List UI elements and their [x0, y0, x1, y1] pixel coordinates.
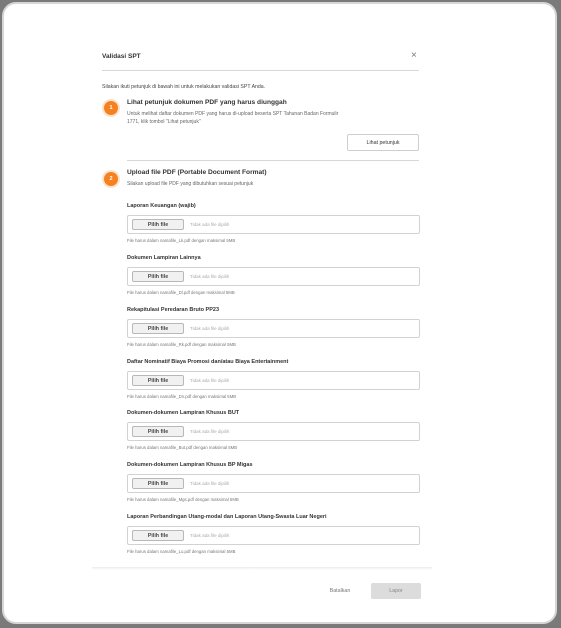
field-label: Dokumen-dokumen Lampiran Khusus BP Migas — [127, 462, 253, 468]
file-input[interactable]: Pilih file Tidak ada file dipilih — [127, 474, 420, 493]
field-label: Daftar Nominatif Biaya Promosi dan/atau … — [127, 359, 289, 365]
pilih-file-button[interactable]: Pilih file — [132, 530, 184, 541]
pilih-file-button[interactable]: Pilih file — [132, 323, 184, 334]
file-hint: File harus dalam namafile_Rk.pdf dengan … — [127, 342, 236, 347]
step-2-title: Upload file PDF (Portable Document Forma… — [127, 169, 267, 176]
file-hint: File harus dalam namafile_Mgs.pdf dengan… — [127, 497, 239, 502]
file-hint: File harus dalam namafile_Lk.pdf dengan … — [127, 238, 236, 243]
step-1-badge: 1 — [104, 101, 118, 115]
no-file-text: Tidak ada file dipilih — [190, 326, 230, 331]
step-1-title: Lihat petunjuk dokumen PDF yang harus di… — [127, 99, 287, 106]
field-label: Laporan Keuangan (wajib) — [127, 203, 196, 209]
file-input[interactable]: Pilih file Tidak ada file dipilih — [127, 215, 420, 234]
file-input[interactable]: Pilih file Tidak ada file dipilih — [127, 319, 420, 338]
file-input[interactable]: Pilih file Tidak ada file dipilih — [127, 371, 420, 390]
window-frame: Validasi SPT × Silakan ikuti petunjuk di… — [2, 2, 557, 624]
no-file-text: Tidak ada file dipilih — [190, 378, 230, 383]
pilih-file-button[interactable]: Pilih file — [132, 478, 184, 489]
file-hint: File harus dalam namafile_Dn.pdf dengan … — [127, 394, 237, 399]
file-hint: File harus dalam namafile_Dl.pdf dengan … — [127, 290, 235, 295]
step-1-description-line1: Untuk melihat daftar dokumen PDF yang ha… — [127, 111, 339, 117]
intro-text: Silakan ikuti petunjuk di bawah ini untu… — [102, 84, 266, 90]
no-file-text: Tidak ada file dipilih — [190, 429, 230, 434]
no-file-text: Tidak ada file dipilih — [190, 533, 230, 538]
field-label: Rekapitulasi Peredaran Bruto PP23 — [127, 307, 220, 313]
file-input[interactable]: Pilih file Tidak ada file dipilih — [127, 267, 420, 286]
batalkan-button[interactable]: Batalkan — [318, 583, 362, 599]
pilih-file-button[interactable]: Pilih file — [132, 375, 184, 386]
no-file-text: Tidak ada file dipilih — [190, 222, 230, 227]
step-1-description: Untuk melihat daftar dokumen PDF yang ha… — [127, 111, 338, 126]
step-1-description-line2: 1771, klik tombol "Lihat petunjuk" — [127, 118, 201, 125]
no-file-text: Tidak ada file dipilih — [190, 274, 230, 279]
no-file-text: Tidak ada file dipilih — [190, 481, 230, 486]
pilih-file-button[interactable]: Pilih file — [132, 271, 184, 282]
lihat-petunjuk-button[interactable]: Lihat petunjuk — [347, 134, 419, 151]
header-divider — [102, 70, 419, 71]
file-input[interactable]: Pilih file Tidak ada file dipilih — [127, 422, 420, 441]
lapor-button[interactable]: Lapor — [371, 583, 421, 599]
dialog-title: Validasi SPT — [102, 53, 141, 60]
pilih-file-button[interactable]: Pilih file — [132, 426, 184, 437]
field-label: Dokumen Lampiran Lainnya — [127, 255, 201, 261]
field-label: Laporan Perbandingan Utang-modal dan Lap… — [127, 514, 327, 520]
validasi-spt-dialog: Validasi SPT × Silakan ikuti petunjuk di… — [92, 41, 432, 609]
file-hint: File harus dalam namafile_Lu.pdf dengan … — [127, 549, 236, 554]
file-hint: File harus dalam namafile_But.pdf dengan… — [127, 445, 238, 450]
close-icon[interactable]: × — [411, 50, 417, 61]
footer-divider — [92, 567, 432, 570]
step-divider — [127, 160, 419, 161]
step-2-badge: 2 — [104, 172, 118, 186]
file-input[interactable]: Pilih file Tidak ada file dipilih — [127, 526, 420, 545]
field-label: Dokumen-dokumen Lampiran Khusus BUT — [127, 410, 240, 416]
step-2-description: Silakan upload file PDF yang dibutuhkan … — [127, 181, 254, 187]
pilih-file-button[interactable]: Pilih file — [132, 219, 184, 230]
